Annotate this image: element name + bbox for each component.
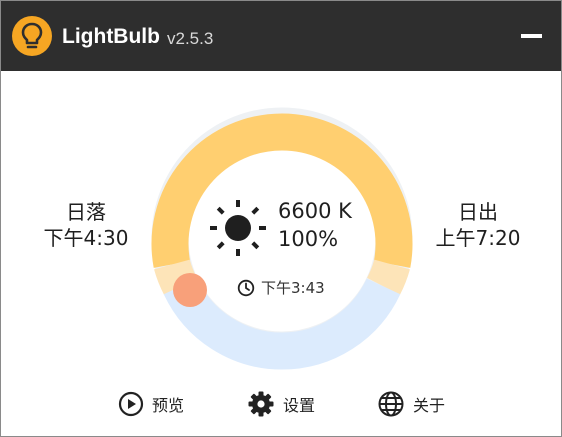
preview-label: 预览 [152,396,185,415]
sunrise-info: 日出 上午7:20 [418,199,538,251]
color-temperature: 6600 K [278,199,352,223]
sunrise-label: 日出 [458,200,498,224]
sun-icon [210,200,266,256]
dawn-transition-segment [366,259,410,295]
sunset-time: 下午4:30 [43,226,129,250]
gear-icon [248,391,274,417]
app-name: LightBulb [62,25,160,48]
sunset-label: 日落 [66,200,106,224]
settings-button[interactable]: 设置 [247,387,315,421]
minimize-icon [520,34,542,38]
globe-icon [378,391,404,417]
about-label: 关于 [413,396,446,415]
play-circle-icon [118,391,144,417]
app-version: v2.5.3 [167,29,214,48]
settings-label: 设置 [283,396,316,415]
sunset-info: 日落 下午4:30 [26,199,146,251]
minimize-button[interactable] [513,21,549,51]
lightbulb-icon [12,16,52,56]
sunrise-time: 上午7:20 [435,226,521,250]
title-bar: LightBulb v2.5.3 [1,1,561,71]
about-button[interactable]: 关于 [377,387,445,421]
preview-button[interactable]: 预览 [118,387,184,421]
app-window: LightBulb v2.5.3 日落 下午4:30 日出 上午7:20 660… [0,0,562,437]
current-time-indicator[interactable] [173,273,207,307]
brightness: 100% [278,227,339,251]
clock-icon [237,279,255,297]
current-time: 下午3:43 [261,279,325,297]
